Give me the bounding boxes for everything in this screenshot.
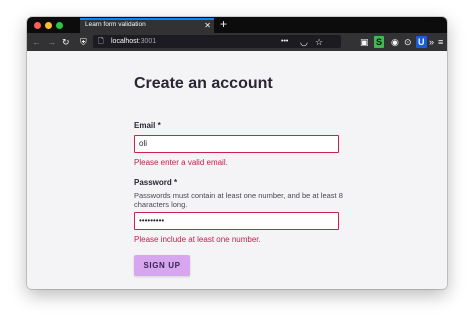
- password-value: •••••••••: [139, 216, 165, 225]
- bitwarden-icon[interactable]: U: [416, 36, 427, 48]
- sign-up-button[interactable]: SIGN UP: [134, 255, 190, 276]
- tab-title: Learn form validation: [85, 21, 146, 28]
- url-bar[interactable]: 🗋 localhost:3001 ••• ◡ ☆: [93, 35, 341, 48]
- email-field[interactable]: oli: [134, 135, 339, 153]
- more-icon[interactable]: •••: [281, 36, 288, 48]
- shield-icon[interactable]: ⛨: [80, 36, 87, 48]
- browser-window: Learn form validation ✕ + ← → ↻ ⛨ 🗋 loca…: [27, 17, 447, 289]
- email-error: Please enter a valid email.: [134, 158, 228, 167]
- page-info-icon[interactable]: 🗋: [98, 36, 104, 48]
- page-content: Create an account Email * oli Please ent…: [27, 51, 447, 289]
- url-host: localhost: [111, 38, 139, 45]
- minimize-window-button[interactable]: [45, 22, 52, 29]
- pocket-icon[interactable]: ◡: [300, 36, 308, 48]
- password-hint: Passwords must contain at least one numb…: [134, 191, 343, 209]
- account-icon[interactable]: ⊙: [404, 36, 412, 48]
- url-text: localhost:3001: [111, 36, 156, 47]
- menu-icon[interactable]: ≡: [438, 36, 443, 48]
- close-window-button[interactable]: [34, 22, 41, 29]
- back-icon[interactable]: ←: [32, 36, 41, 48]
- password-label: Password *: [134, 178, 178, 187]
- tab-active[interactable]: Learn form validation ✕: [80, 18, 214, 33]
- tab-bar: Learn form validation ✕ +: [27, 17, 447, 33]
- new-tab-icon[interactable]: +: [220, 17, 227, 32]
- password-field[interactable]: •••••••••: [134, 212, 339, 230]
- extension-circle-icon[interactable]: ◉: [391, 36, 399, 48]
- bookmark-star-icon[interactable]: ☆: [315, 36, 323, 48]
- overflow-icon[interactable]: »: [429, 36, 434, 48]
- email-label: Email *: [134, 121, 161, 130]
- zoom-window-button[interactable]: [56, 22, 63, 29]
- close-tab-icon[interactable]: ✕: [204, 20, 211, 31]
- sign-up-label: SIGN UP: [143, 261, 181, 270]
- email-value: oli: [139, 139, 148, 148]
- extension-icon[interactable]: ▣: [360, 36, 369, 48]
- nav-bar: ← → ↻ ⛨ 🗋 localhost:3001 ••• ◡ ☆ ▣ S ◉ ⊙…: [27, 33, 447, 51]
- password-error: Please include at least one number.: [134, 235, 261, 244]
- url-port: :3001: [138, 38, 157, 45]
- reload-icon[interactable]: ↻: [62, 36, 70, 48]
- page-title: Create an account: [134, 75, 273, 92]
- extension-s-icon[interactable]: S: [374, 36, 385, 48]
- forward-icon[interactable]: →: [47, 36, 56, 48]
